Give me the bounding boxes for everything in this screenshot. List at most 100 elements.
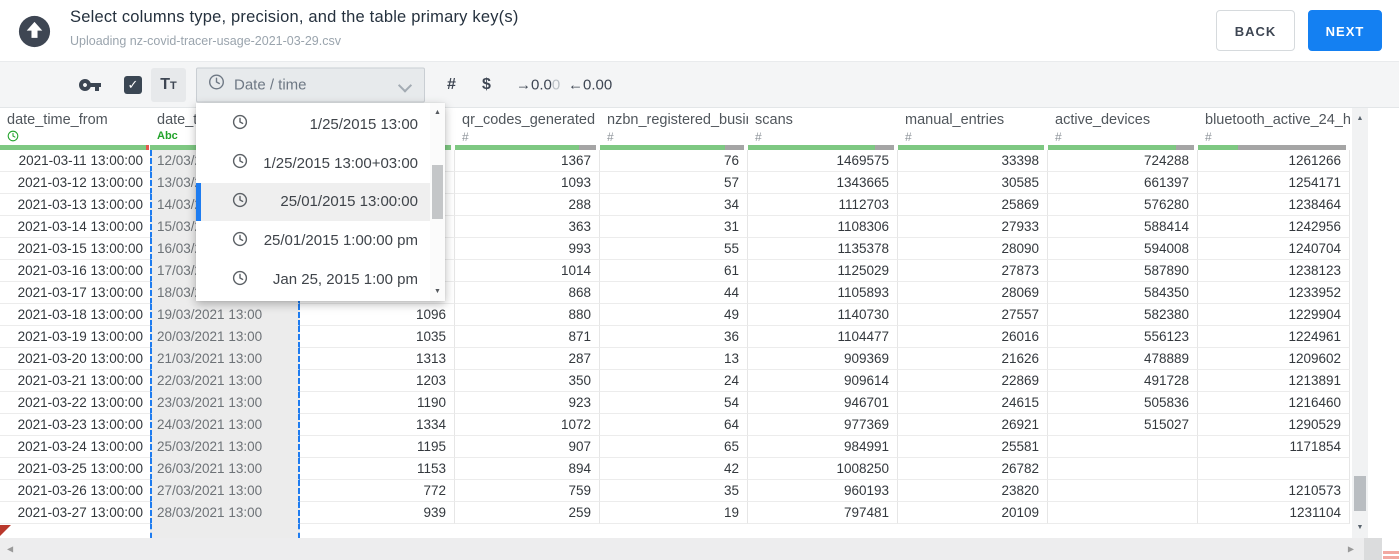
table-cell[interactable]: 13 — [600, 348, 748, 370]
scroll-left-icon[interactable]: ◀ — [7, 545, 13, 554]
table-cell[interactable]: 1104477 — [748, 326, 898, 348]
table-cell[interactable] — [1198, 458, 1350, 480]
table-cell[interactable]: 2021-03-15 13:00:00 — [0, 238, 150, 260]
next-button[interactable]: NEXT — [1308, 10, 1382, 51]
table-cell[interactable]: 909369 — [748, 348, 898, 370]
date-format-option[interactable]: 25/01/2015 13:00:00 — [196, 182, 445, 222]
dropdown-scrollbar[interactable]: ▲ ▼ — [430, 103, 445, 301]
table-cell[interactable]: 939 — [300, 502, 455, 524]
table-cell[interactable]: 993 — [455, 238, 600, 260]
table-cell[interactable]: 55 — [600, 238, 748, 260]
include-column-checkbox[interactable]: ✓ — [124, 75, 142, 94]
table-cell[interactable]: 797481 — [748, 502, 898, 524]
table-cell[interactable]: 1210573 — [1198, 480, 1350, 502]
table-cell[interactable]: 28069 — [898, 282, 1048, 304]
table-cell[interactable]: 23/03/2021 13:00 — [150, 392, 300, 414]
table-cell[interactable]: 661397 — [1048, 172, 1198, 194]
table-cell[interactable]: 25/03/2021 13:00 — [150, 436, 300, 458]
table-cell[interactable]: 1469575 — [748, 150, 898, 172]
table-cell[interactable] — [1048, 480, 1198, 502]
table-cell[interactable]: 76 — [600, 150, 748, 172]
table-cell[interactable]: 1216460 — [1198, 392, 1350, 414]
table-cell[interactable] — [1048, 436, 1198, 458]
table-cell[interactable]: 24 — [600, 370, 748, 392]
table-cell[interactable]: 27/03/2021 13:00 — [150, 480, 300, 502]
table-cell[interactable]: 1238464 — [1198, 194, 1350, 216]
table-cell[interactable]: 584350 — [1048, 282, 1198, 304]
table-cell[interactable]: 288 — [455, 194, 600, 216]
table-cell[interactable]: 1140730 — [748, 304, 898, 326]
table-cell[interactable]: 1233952 — [1198, 282, 1350, 304]
table-cell[interactable]: 350 — [455, 370, 600, 392]
table-cell[interactable]: 27933 — [898, 216, 1048, 238]
table-cell[interactable]: 2021-03-16 13:00:00 — [0, 260, 150, 282]
table-cell[interactable]: 1008250 — [748, 458, 898, 480]
table-cell[interactable]: 22/03/2021 13:00 — [150, 370, 300, 392]
table-cell[interactable]: 923 — [455, 392, 600, 414]
table-cell[interactable]: 977369 — [748, 414, 898, 436]
column-header-scans[interactable]: scans # — [748, 108, 898, 145]
primary-key-icon[interactable] — [78, 73, 102, 97]
table-cell[interactable]: 25581 — [898, 436, 1048, 458]
table-cell[interactable]: 946701 — [748, 392, 898, 414]
table-cell[interactable]: 2021-03-19 13:00:00 — [0, 326, 150, 348]
table-cell[interactable]: 1313 — [300, 348, 455, 370]
table-cell[interactable]: 28090 — [898, 238, 1048, 260]
table-cell[interactable]: 1240704 — [1198, 238, 1350, 260]
table-cell[interactable]: 1093 — [455, 172, 600, 194]
table-cell[interactable]: 1190 — [300, 392, 455, 414]
table-cell[interactable]: 1195 — [300, 436, 455, 458]
table-cell[interactable]: 1290529 — [1198, 414, 1350, 436]
column-header-active_devices[interactable]: active_devices # — [1048, 108, 1198, 145]
table-cell[interactable]: 20/03/2021 13:00 — [150, 326, 300, 348]
table-cell[interactable]: 1231104 — [1198, 502, 1350, 524]
table-cell[interactable]: 259 — [455, 502, 600, 524]
table-cell[interactable]: 26/03/2021 13:00 — [150, 458, 300, 480]
column-header-manual_entries[interactable]: manual_entries # — [898, 108, 1048, 145]
table-cell[interactable]: 23820 — [898, 480, 1048, 502]
table-cell[interactable]: 24615 — [898, 392, 1048, 414]
table-cell[interactable]: 28/03/2021 13:00 — [150, 502, 300, 524]
table-cell[interactable]: 868 — [455, 282, 600, 304]
table-cell[interactable]: 44 — [600, 282, 748, 304]
vertical-scrollbar-thumb[interactable] — [1354, 476, 1366, 511]
table-cell[interactable]: 2021-03-13 13:00:00 — [0, 194, 150, 216]
table-cell[interactable]: 2021-03-17 13:00:00 — [0, 282, 150, 304]
table-cell[interactable]: 515027 — [1048, 414, 1198, 436]
table-cell[interactable]: 21626 — [898, 348, 1048, 370]
table-cell[interactable]: 19/03/2021 13:00 — [150, 304, 300, 326]
scroll-down-icon[interactable]: ▼ — [430, 288, 445, 295]
dropdown-scrollbar-thumb[interactable] — [432, 165, 443, 219]
table-cell[interactable]: 22869 — [898, 370, 1048, 392]
table-cell[interactable]: 1242956 — [1198, 216, 1350, 238]
table-cell[interactable]: 556123 — [1048, 326, 1198, 348]
date-format-option[interactable]: Jan 25, 2015 1:00 pm — [196, 260, 445, 299]
date-format-option[interactable]: 1/25/2015 13:00 — [196, 105, 445, 144]
table-cell[interactable]: 33398 — [898, 150, 1048, 172]
table-cell[interactable]: 2021-03-21 13:00:00 — [0, 370, 150, 392]
table-cell[interactable]: 1125029 — [748, 260, 898, 282]
table-cell[interactable]: 2021-03-24 13:00:00 — [0, 436, 150, 458]
table-cell[interactable]: 894 — [455, 458, 600, 480]
column-header-nzbn_registered_busine[interactable]: nzbn_registered_busine # — [600, 108, 748, 145]
table-cell[interactable]: 1112703 — [748, 194, 898, 216]
table-cell[interactable]: 2021-03-25 13:00:00 — [0, 458, 150, 480]
table-cell[interactable]: 42 — [600, 458, 748, 480]
scroll-up-icon[interactable]: ▲ — [1352, 115, 1368, 122]
table-cell[interactable]: 2021-03-23 13:00:00 — [0, 414, 150, 436]
table-cell[interactable]: 25869 — [898, 194, 1048, 216]
table-cell[interactable]: 2021-03-20 13:00:00 — [0, 348, 150, 370]
table-cell[interactable]: 1334 — [300, 414, 455, 436]
table-cell[interactable]: 2021-03-14 13:00:00 — [0, 216, 150, 238]
table-cell[interactable]: 1153 — [300, 458, 455, 480]
table-cell[interactable]: 2021-03-18 13:00:00 — [0, 304, 150, 326]
decrease-decimal-button[interactable]: ←0.00 — [568, 76, 612, 93]
integer-type-button[interactable]: # — [447, 76, 456, 94]
table-cell[interactable]: 287 — [455, 348, 600, 370]
table-cell[interactable]: 1209602 — [1198, 348, 1350, 370]
table-cell[interactable]: 772 — [300, 480, 455, 502]
table-cell[interactable]: 363 — [455, 216, 600, 238]
table-cell[interactable]: 2021-03-12 13:00:00 — [0, 172, 150, 194]
date-format-option[interactable]: 25/01/2015 1:00:00 pm — [196, 221, 445, 260]
table-cell[interactable]: 1224961 — [1198, 326, 1350, 348]
